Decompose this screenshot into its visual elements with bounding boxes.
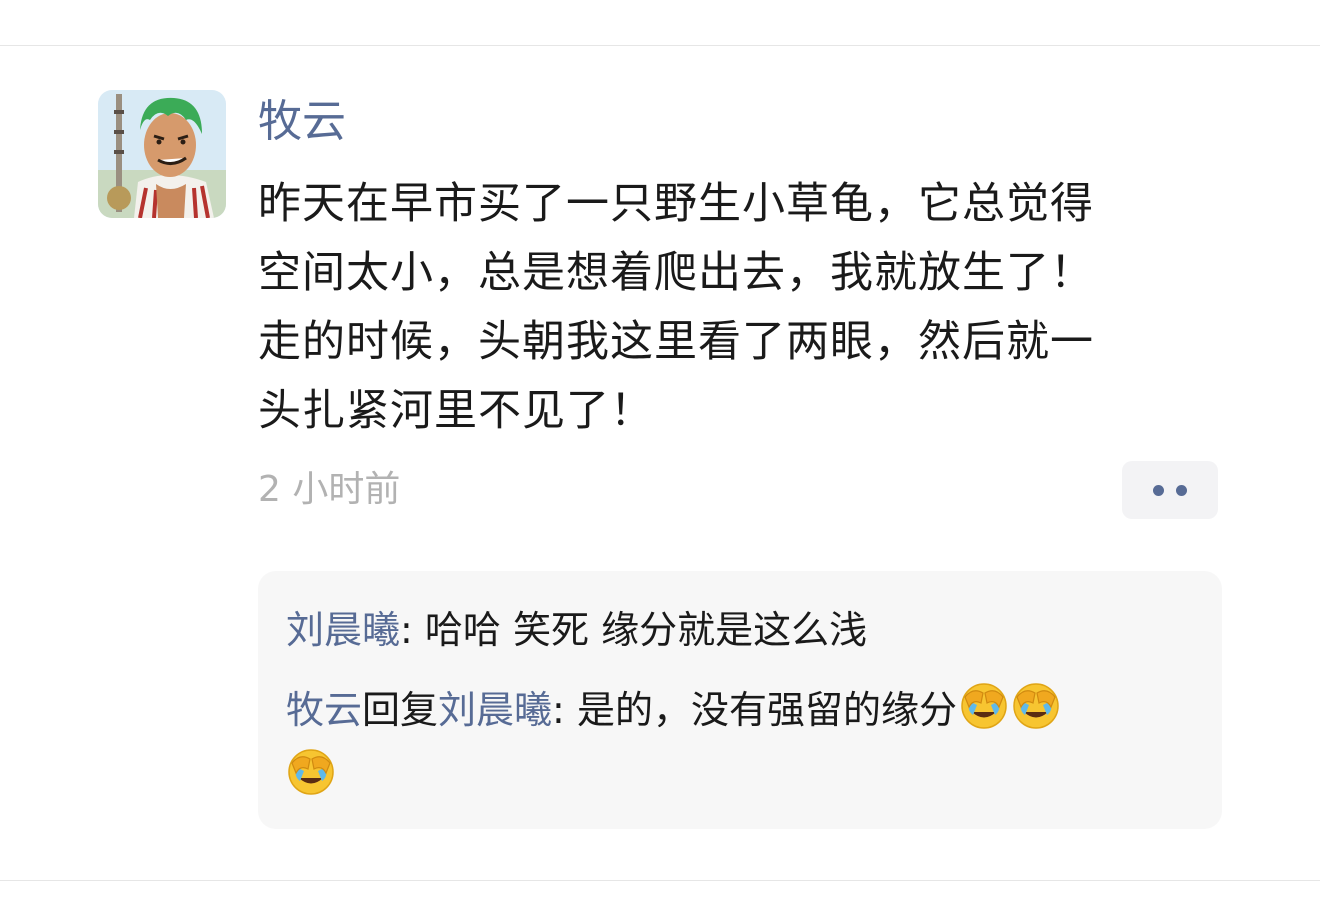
comment-text: 哈哈 笑死 缘分就是这么浅	[424, 608, 868, 652]
facepalm-laugh-emoji-icon	[959, 681, 1009, 731]
reply-label: 回复	[362, 688, 439, 732]
reply-target[interactable]: 刘晨曦	[438, 688, 552, 732]
avatar[interactable]	[98, 90, 226, 218]
post-text-line: 昨天在早市买了一只野生小草龟，它总觉得	[258, 179, 1094, 229]
more-dots-icon	[1153, 484, 1164, 496]
comment-separator: :	[552, 688, 577, 732]
facepalm-laugh-emoji-icon	[1011, 681, 1061, 731]
more-dots-icon	[1176, 484, 1187, 496]
post-text: 昨天在早市买了一只野生小草龟，它总觉得 空间太小，总是想着爬出去，我就放生了！ …	[258, 170, 1238, 446]
top-divider	[0, 45, 1320, 46]
comment-author[interactable]: 牧云	[286, 688, 362, 732]
facepalm-laugh-emoji-icon	[286, 747, 336, 797]
post-text-line: 空间太小，总是想着爬出去，我就放生了！	[258, 248, 1094, 298]
comment-separator: :	[400, 608, 425, 652]
comment-item[interactable]: 牧云回复刘晨曦: 是的，没有强留的缘分	[286, 677, 1206, 809]
comment-author[interactable]: 刘晨曦	[286, 608, 400, 652]
more-button[interactable]	[1122, 461, 1218, 519]
post-text-line: 走的时候，头朝我这里看了两眼，然后就一	[258, 317, 1094, 367]
comments-panel: 刘晨曦: 哈哈 笑死 缘分就是这么浅 牧云回复刘晨曦: 是的，没有强留的缘分	[258, 571, 1222, 829]
post-author[interactable]: 牧云	[258, 92, 346, 152]
comment-item[interactable]: 刘晨曦: 哈哈 笑死 缘分就是这么浅	[286, 597, 1206, 663]
post-timestamp: 2 小时前	[258, 469, 401, 510]
comment-text: 是的，没有强留的缘分	[576, 688, 957, 732]
post-text-line: 头扎紧河里不见了！	[258, 386, 654, 436]
bottom-divider	[0, 880, 1320, 881]
avatar-image	[98, 90, 226, 218]
